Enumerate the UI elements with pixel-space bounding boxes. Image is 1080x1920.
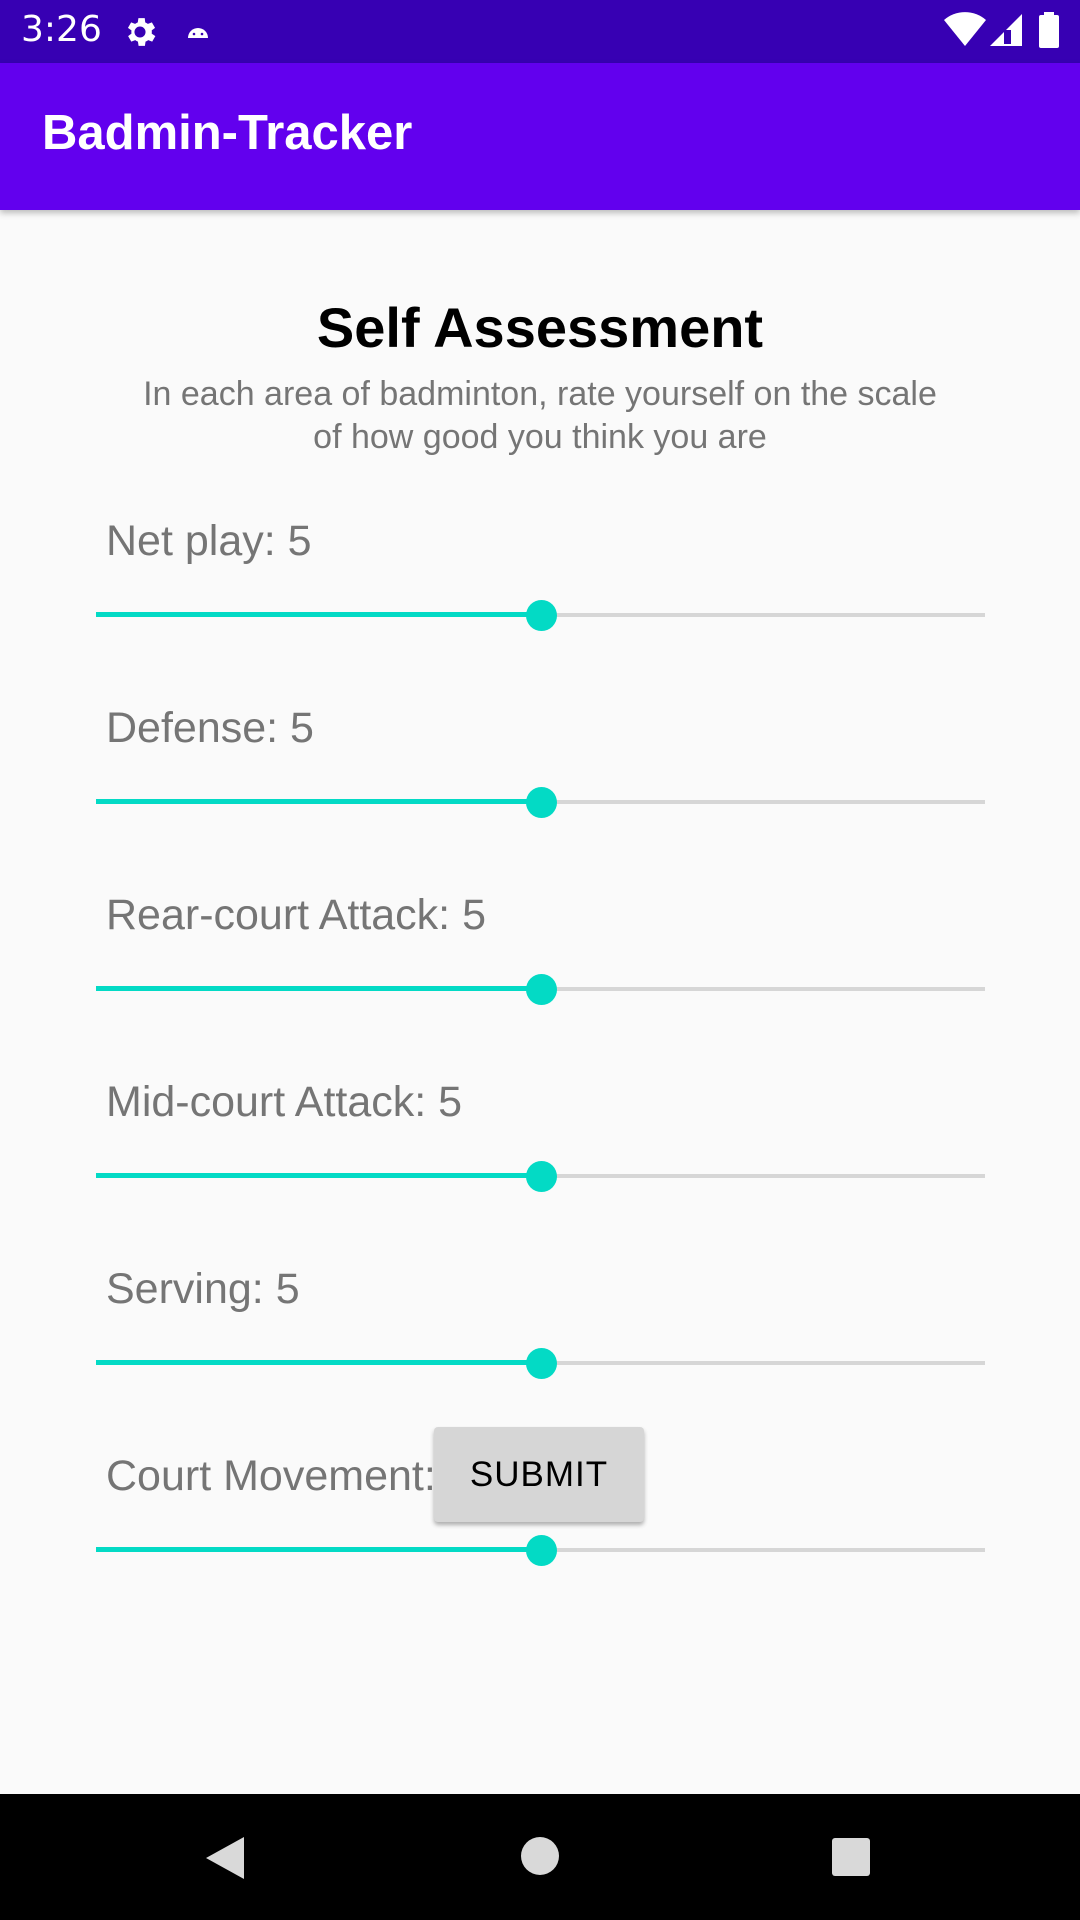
home-icon[interactable] — [520, 1836, 560, 1876]
app-bar: Badmin-Tracker — [0, 63, 1080, 210]
slider-label: Rear-court Attack: 5 — [106, 891, 486, 939]
nav-bar — [0, 1794, 1080, 1920]
slider-serving: Serving: 5 — [0, 1265, 1080, 1415]
slider-fill — [96, 1547, 541, 1552]
slider-mid-court-attack: Mid-court Attack: 5 — [0, 1078, 1080, 1228]
slider-defense: Defense: 5 — [0, 704, 1080, 854]
back-icon[interactable] — [204, 1835, 246, 1881]
slider-fill — [96, 799, 541, 804]
app-title: Badmin-Tracker — [42, 106, 413, 160]
slider-fill — [96, 1173, 541, 1178]
submit-button[interactable]: SUBMIT — [434, 1427, 644, 1522]
defense-slider[interactable] — [96, 777, 985, 829]
wifi-icon — [944, 12, 986, 46]
slider-thumb[interactable] — [525, 600, 557, 631]
rear-court-attack-slider[interactable] — [96, 964, 985, 1016]
slider-thumb[interactable] — [525, 1161, 557, 1192]
status-time: 3:26 — [21, 9, 102, 50]
slider-label: Court Movement: 5 — [106, 1452, 472, 1500]
slider-net-play: Net play: 5 — [0, 517, 1080, 667]
slider-thumb[interactable] — [525, 974, 557, 1005]
assessment-form: Self Assessment In each area of badminto… — [0, 210, 1080, 1794]
recents-icon[interactable] — [831, 1837, 871, 1877]
net-play-slider[interactable] — [96, 590, 985, 642]
page-title: Self Assessment — [316, 296, 764, 359]
battery-icon — [1039, 12, 1059, 48]
slider-thumb[interactable] — [525, 787, 557, 818]
court-movement-slider[interactable] — [96, 1525, 985, 1577]
slider-fill — [96, 612, 541, 617]
signal-icon — [990, 14, 1022, 46]
slider-label: Net play: 5 — [106, 517, 312, 565]
slider-label: Mid-court Attack: 5 — [106, 1078, 463, 1126]
gear-icon — [127, 18, 156, 46]
serving-slider[interactable] — [96, 1338, 985, 1390]
slider-label: Defense: 5 — [106, 704, 314, 752]
screen: 3:26 Badmin-Tracker Self Assessment In e… — [0, 0, 1080, 1920]
android-icon — [188, 28, 208, 38]
page-subtitle: In each area of badminton, rate yourself… — [143, 375, 937, 456]
slider-thumb[interactable] — [525, 1348, 557, 1379]
mid-court-attack-slider[interactable] — [96, 1151, 985, 1203]
status-bar: 3:26 — [0, 0, 1080, 63]
slider-label: Serving: 5 — [106, 1265, 300, 1313]
slider-fill — [96, 1360, 541, 1365]
slider-thumb[interactable] — [525, 1535, 557, 1566]
slider-fill — [96, 986, 541, 991]
slider-rear-court-attack: Rear-court Attack: 5 — [0, 891, 1080, 1041]
